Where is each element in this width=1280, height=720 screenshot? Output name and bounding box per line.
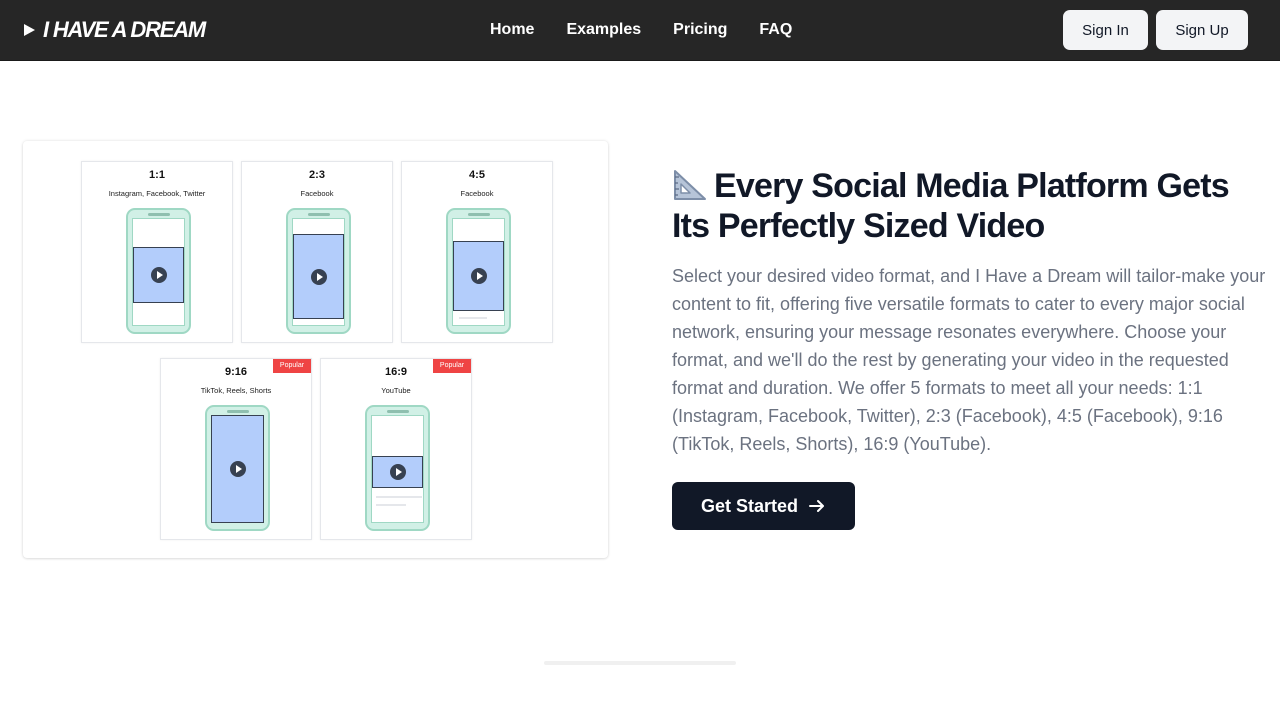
format-ratio: 2:3 <box>309 169 325 181</box>
play-icon <box>389 464 406 480</box>
format-card-16-9: Popular 16:9 YouTube <box>320 358 472 540</box>
format-card-1-1: 1:1 Instagram, Facebook, Twitter <box>81 161 233 343</box>
get-started-label: Get Started <box>700 495 799 516</box>
top-navbar: I HAVE A DREAM Home Examples Pricing FAQ… <box>0 0 1280 61</box>
video-frame <box>453 241 504 311</box>
nav-examples[interactable]: Examples <box>566 19 641 41</box>
format-ratio: 16:9 <box>384 366 408 378</box>
phone-mockup <box>446 208 511 334</box>
play-icon <box>310 268 327 285</box>
heading-text: Every Social Media Platform Gets Its Per… <box>672 167 1230 245</box>
format-platforms: Facebook <box>460 189 494 198</box>
main-menu: Home Examples Pricing FAQ <box>490 19 792 41</box>
sign-up-button[interactable]: Sign Up <box>1156 10 1248 50</box>
brand-logo[interactable]: I HAVE A DREAM <box>24 16 206 44</box>
phone-mockup <box>126 208 191 334</box>
nav-home[interactable]: Home <box>490 19 534 41</box>
play-icon <box>24 24 35 36</box>
video-frame <box>133 247 184 303</box>
nav-faq[interactable]: FAQ <box>759 19 792 41</box>
triangular-ruler-icon <box>674 170 706 200</box>
play-icon <box>150 267 167 283</box>
video-frame <box>293 234 344 319</box>
format-ratio: 4:5 <box>469 169 485 181</box>
format-ratio: 9:16 <box>224 366 248 378</box>
get-started-button[interactable]: Get Started <box>672 482 855 530</box>
format-ratio: 1:1 <box>149 169 165 181</box>
format-card-2-3: 2:3 Facebook <box>241 161 393 343</box>
section-heading: Every Social Media Platform Gets Its Per… <box>672 166 1272 246</box>
phone-mockup <box>365 405 430 531</box>
video-frame <box>372 456 423 488</box>
video-frame <box>211 415 264 523</box>
format-card-4-5: 4:5 Facebook <box>401 161 553 343</box>
format-platforms: Facebook <box>300 189 334 198</box>
sign-in-button[interactable]: Sign In <box>1063 10 1148 50</box>
play-icon <box>229 461 246 477</box>
format-platforms: TikTok, Reels, Shorts <box>200 386 272 395</box>
phone-mockup <box>286 208 351 334</box>
arrow-right-icon <box>809 500 825 512</box>
nav-pricing[interactable]: Pricing <box>673 19 727 41</box>
logo-text: I HAVE A DREAM <box>43 17 206 42</box>
formats-illustration: 1:1 Instagram, Facebook, Twitter 2:3 Fac… <box>23 141 608 558</box>
section-divider <box>544 661 736 665</box>
phone-mockup <box>205 405 270 531</box>
format-platforms: YouTube <box>381 386 411 395</box>
play-icon <box>470 268 487 284</box>
section-description: Select your desired video format, and I … <box>672 266 1266 454</box>
format-platforms: Instagram, Facebook, Twitter <box>108 189 206 198</box>
format-card-9-16: Popular 9:16 TikTok, Reels, Shorts <box>160 358 312 540</box>
